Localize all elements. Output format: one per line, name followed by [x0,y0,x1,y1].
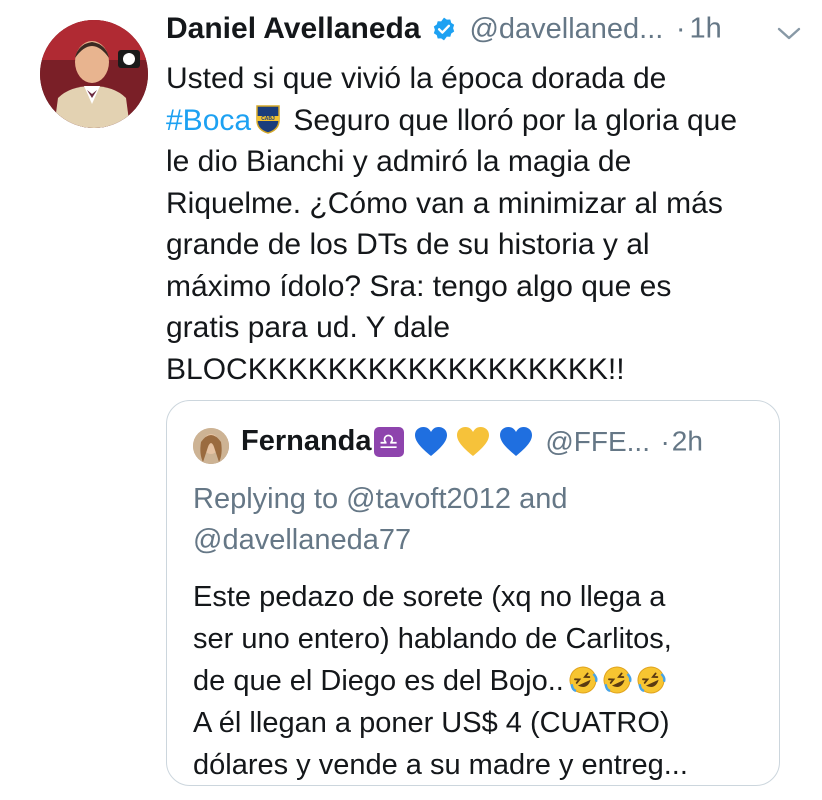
replying-to: Replying to @tavoft2012 and @davellaneda… [193,479,763,561]
svg-text:CABJ: CABJ [261,116,275,122]
tweet-text-line: Riquelme. ¿Cómo van a minimizar al más [166,186,723,220]
tweet-text-line: #Boca CABJ Seguro que lloró por la glori… [166,100,796,142]
quoted-text-line: ser uno entero) hablando de Carlitos, [193,623,672,655]
tweet-text-line: máximo ídolo? Sra: tengo algo que es [166,269,672,303]
blue-heart-emoji [499,426,532,456]
quoted-text-segment: de que el Diego es del Bojo.. [193,665,564,697]
quoted-text-line: dólares y vende a su madre y entreg... [193,749,688,781]
rofl-emoji [637,666,666,694]
author-avatar-image [40,20,148,128]
author-avatar[interactable] [40,20,148,128]
hashtag-link[interactable]: #Boca [166,104,251,137]
tweet-time[interactable]: 1h [689,13,721,45]
tweet-text-line: grande de los DTs de su historia y al [166,228,650,261]
tweet-text: Usted si que vivió la época dorada de #B… [166,58,796,390]
boca-crest-emoji: CABJ [256,104,280,134]
replying-to-line: @davellaneda77 [193,524,412,556]
verified-badge-icon [433,17,455,41]
quoted-tweet-time: 2h [671,425,703,457]
separator-dot: · [675,12,686,45]
tweet-text-line: BLOCKKKKKKKKKKKKKKKKKK!! [166,352,625,386]
yellow-heart-emoji [457,426,490,456]
author-handle[interactable]: @davellaned... [469,13,663,45]
quoted-text-line: Este pedazo de sorete (xq no llega a [193,581,666,613]
quoted-author-handle[interactable]: @FFE... [545,426,650,457]
rofl-emoji [603,666,632,694]
replying-to-line: Replying to @tavoft2012 and [193,483,568,515]
quoted-text-line: A él llegan a poner US$ 4 (CUATRO) [193,707,670,739]
chevron-down-icon[interactable] [776,26,802,42]
quoted-tweet-header: Fernanda ♎ @FFE... ·2h [241,425,703,469]
quoted-author-avatar [193,428,229,464]
tweet-text-line: Usted si que vivió la época dorada de [166,62,667,95]
tweet-text-line: gratis para ud. Y dale [166,311,451,344]
tweet-text-line: le dio Bianchi y admiró la magia de [166,145,632,178]
separator-dot: · [660,425,670,457]
author-name[interactable]: Daniel Avellaneda [166,12,421,45]
quoted-avatar-image [193,428,229,464]
quoted-text-line: de que el Diego es del Bojo.. [193,660,773,702]
rofl-emoji [569,666,598,694]
tweet-header: Daniel Avellaneda @davellaned... · 1h [166,12,806,56]
quoted-tweet[interactable]: Fernanda ♎ @FFE... ·2h Replying to @tavof… [166,400,780,786]
tweet[interactable]: Daniel Avellaneda @davellaned... · 1h Ust… [0,0,822,800]
tweet-text-segment: Seguro que lloró por la gloria que [293,103,738,137]
blue-heart-emoji [414,426,447,456]
hearts-emoji-group [414,426,537,458]
libra-emoji: ♎ [373,426,404,457]
quoted-tweet-text: Este pedazo de sorete (xq no llega a ser… [193,576,773,786]
quoted-author-name[interactable]: Fernanda [241,425,372,457]
